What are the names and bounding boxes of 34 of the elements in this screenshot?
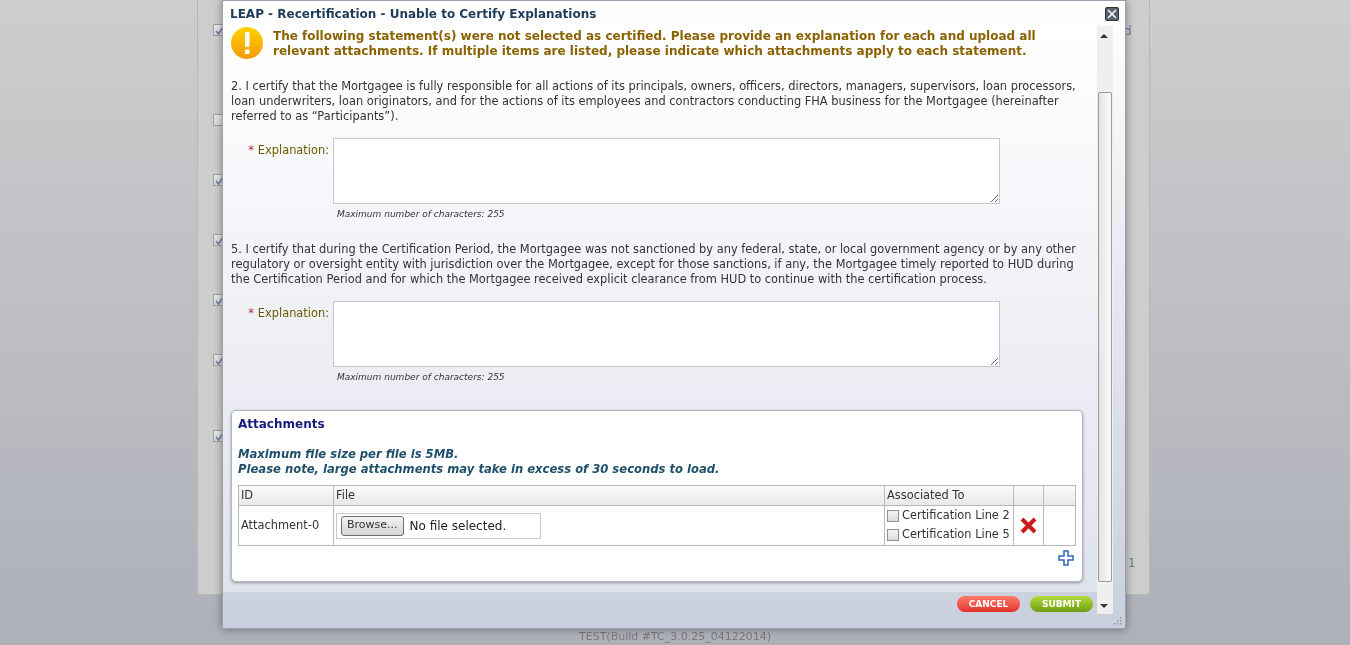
close-button[interactable] — [1105, 6, 1119, 21]
text-fragment: 1 — [1128, 555, 1136, 572]
checkbox-label: Certification Line 2 — [902, 507, 1010, 525]
table-cell: Attachment-0 — [238, 505, 334, 546]
column-header: Associated To — [884, 485, 1014, 506]
scrollbar[interactable] — [1097, 26, 1113, 614]
column-header: ID — [238, 485, 334, 506]
file-status: No file selected. — [409, 517, 507, 535]
column-header: File — [333, 485, 885, 506]
checkbox[interactable] — [887, 510, 899, 522]
explanation-field[interactable] — [333, 138, 1000, 204]
warning-message: The following statement(s) were not selected as certified. Please provide an explanation for each and upload all relevant attachments. If multiple items are listed, please indicate which attachments apply to each statement. — [273, 28, 1037, 59]
required-mark: * — [248, 142, 254, 159]
window-title: LEAP - Recertification - Unable to Certify Explanations — [230, 5, 597, 23]
note-text: Maximum file size per file is 5MB. — [238, 447, 460, 462]
statement-text: 2. I certify that the Mortgagee is fully responsible for all actions of its principals, owners, officers, directors, managers, supervisors, loan processors, loan underwriters, loan originators, and for the actions of its employees and contractors conducting FHA business for the Mortgagee (hereinafter referred to as “Participants”). — [231, 79, 1077, 124]
checkbox[interactable] — [887, 529, 899, 541]
add-icon[interactable] — [1058, 550, 1074, 566]
character-limit-hint: Maximum number of characters: 255 — [337, 208, 506, 221]
required-mark: * — [248, 304, 254, 322]
file-input[interactable]: Browse... No file selected. — [336, 512, 541, 539]
checkbox-label: Certification Line 5 — [902, 526, 1010, 544]
warning-icon — [231, 27, 263, 59]
field-label: Explanation: — [257, 142, 329, 159]
character-limit-hint: Maximum number of characters: 255 — [337, 370, 506, 384]
explanation-field[interactable] — [333, 300, 1000, 367]
resize-grip-icon[interactable] — [1113, 616, 1122, 625]
panel-title: Attachments — [238, 416, 326, 433]
note-text: Please note, large attachments may take in excess of 30 seconds to load. — [238, 462, 721, 477]
field-label: Explanation: — [257, 304, 329, 322]
build-label: TEST(Build #TC_3.0.25_04122014) — [579, 630, 771, 643]
browse-button[interactable]: Browse... — [341, 515, 404, 536]
statement-text: 5. I certify that during the Certification Period, the Mortgagee was not sanctioned by any federal, state, or local government agency or by any other regulatory or oversight entity with jurisdiction over the Mortgagee, except for those sanctions, if any, the Mortgagee timely reported to HUD during the Certification Period and for which the Mortgagee received explicit clearance from HUD to continue with the certification process. — [231, 241, 1077, 287]
delete-icon[interactable] — [1020, 516, 1037, 534]
